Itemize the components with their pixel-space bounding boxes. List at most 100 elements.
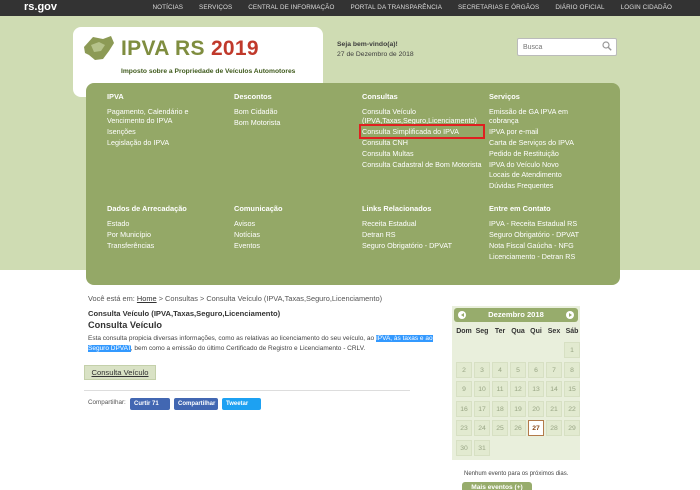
facebook-share-label: Compartilhar xyxy=(178,401,216,407)
calendar-day[interactable]: 21 xyxy=(546,400,562,417)
menu-link-contato-nfg[interactable]: Nota Fiscal Gaúcha - NFG xyxy=(489,241,609,250)
calendar-day[interactable]: 22 xyxy=(564,400,580,417)
nav-servicos[interactable]: SERVIÇOS xyxy=(199,4,232,11)
menu-link-consulta-cnh[interactable]: Consulta CNH xyxy=(362,138,482,147)
calendar-month: Dezembro 2018 xyxy=(488,310,544,319)
menu-link-isencoes[interactable]: Isenções xyxy=(107,127,217,136)
menu-link-bom-cidadao[interactable]: Bom Cidadão xyxy=(234,107,344,116)
calendar-day[interactable]: 5 xyxy=(510,361,526,378)
page-description: Esta consulta propicia diversas informaç… xyxy=(88,335,433,352)
menu-col-comunicacao: Comunicação Avisos Notícias Eventos xyxy=(234,204,344,252)
calendar-day[interactable]: 3 xyxy=(474,361,490,378)
page-title: Consulta Veículo xyxy=(88,320,163,330)
calendar-day[interactable]: 16 xyxy=(456,400,472,417)
menu-link-receita-estadual[interactable]: Receita Estadual xyxy=(362,219,482,228)
menu-link-locais-atendimento[interactable]: Locais de Atendimento xyxy=(489,170,599,179)
calendar-day[interactable]: 20 xyxy=(528,400,544,417)
calendar-day[interactable]: 25 xyxy=(492,420,508,436)
menu-link-estado[interactable]: Estado xyxy=(107,219,217,228)
menu-link-consulta-cadastral[interactable]: Consulta Cadastral de Bom Motorista xyxy=(362,160,482,169)
tweet-label: Tweetar xyxy=(226,401,249,407)
menu-link-avisos[interactable]: Avisos xyxy=(234,219,344,228)
calendar-day[interactable]: 28 xyxy=(546,420,562,436)
calendar-day[interactable]: 26 xyxy=(510,420,526,436)
calendar-dow: Dom xyxy=(456,328,472,335)
calendar-day[interactable]: 9 xyxy=(456,381,472,397)
menu-heading-consultas: Consultas xyxy=(362,92,398,101)
calendar-dow: Sáb xyxy=(565,328,579,335)
calendar-day[interactable]: 30 xyxy=(456,439,472,456)
menu-link-eventos[interactable]: Eventos xyxy=(234,241,344,250)
menu-heading-ipva: IPVA xyxy=(107,92,124,101)
top-nav: NOTÍCIAS SERVIÇOS CENTRAL DE INFORMAÇÃO … xyxy=(137,4,673,11)
menu-link-emissao-ga[interactable]: Emissão de GA IPVA em cobrança xyxy=(489,107,599,125)
facebook-like-button[interactable]: Curtir 71 xyxy=(130,398,170,410)
menu-heading-contato: Entre em Contato xyxy=(489,204,551,213)
calendar-day[interactable]: 24 xyxy=(474,420,490,436)
menu-link-seguro-dpvat[interactable]: Seguro Obrigatório - DPVAT xyxy=(362,241,482,250)
rs-gov-logo[interactable]: rs.gov xyxy=(24,1,57,13)
breadcrumb-home-link[interactable]: Home xyxy=(137,294,157,303)
menu-link-consulta-veiculo[interactable]: Consulta Veículo (IPVA,Taxas,Seguro,Lice… xyxy=(362,107,482,125)
calendar-day[interactable]: 31 xyxy=(474,439,490,456)
calendar-day[interactable]: 7 xyxy=(546,361,562,378)
calendar-day[interactable]: 10 xyxy=(474,381,490,397)
menu-link-por-municipio[interactable]: Por Município xyxy=(107,230,217,239)
calendar-dow: Ter xyxy=(494,328,506,335)
calendar-day[interactable]: 11 xyxy=(492,381,508,397)
next-month-icon[interactable] xyxy=(566,311,574,319)
prev-month-icon[interactable] xyxy=(458,311,466,319)
menu-col-descontos: Descontos Bom Cidadão Bom Motorista xyxy=(234,92,344,129)
calendar-day[interactable]: 19 xyxy=(510,400,526,417)
more-events-button[interactable]: Mais eventos (+) xyxy=(462,482,532,490)
menu-col-arrecadacao: Dados de Arrecadação Estado Por Municípi… xyxy=(107,204,217,252)
menu-link-contato-detran[interactable]: Licenciamento - Detran RS xyxy=(489,252,609,261)
menu-col-links: Links Relacionados Receita Estadual Detr… xyxy=(362,204,482,252)
nav-portal-transparencia[interactable]: PORTAL DA TRANSPARÊNCIA xyxy=(350,4,442,11)
nav-noticias[interactable]: NOTÍCIAS xyxy=(153,4,184,11)
menu-link-detran-rs[interactable]: Detran RS xyxy=(362,230,482,239)
menu-col-consultas: Consultas Consulta Veículo (IPVA,Taxas,S… xyxy=(359,92,485,170)
calendar-day[interactable]: 2 xyxy=(456,361,472,378)
calendar-day[interactable]: 1 xyxy=(564,342,580,358)
menu-link-transferencias[interactable]: Transferências xyxy=(107,241,217,250)
calendar-day[interactable]: 29 xyxy=(564,420,580,436)
calendar-day[interactable]: 4 xyxy=(492,361,508,378)
consulta-veiculo-button[interactable]: Consulta Veículo xyxy=(84,365,156,380)
facebook-share-button[interactable]: Compartilhar xyxy=(174,398,218,410)
menu-link-contato-receita[interactable]: IPVA - Receita Estadual RS xyxy=(489,219,609,228)
menu-link-carta-servicos[interactable]: Carta de Serviços do IPVA xyxy=(489,138,599,147)
menu-link-ipva-email[interactable]: IPVA por e-mail xyxy=(489,127,599,136)
page-subtitle: Consulta Veículo (IPVA,Taxas,Seguro,Lice… xyxy=(88,309,281,318)
calendar-header: Dezembro 2018 xyxy=(454,308,578,322)
search-icon[interactable] xyxy=(602,41,612,51)
menu-link-veiculo-novo[interactable]: IPVA do Veículo Novo xyxy=(489,160,599,169)
calendar-day[interactable]: 15 xyxy=(564,381,580,397)
nav-diario-oficial[interactable]: DIÁRIO OFICIAL xyxy=(555,4,604,11)
calendar-day[interactable]: 12 xyxy=(510,381,526,397)
menu-link-contato-dpvat[interactable]: Seguro Obrigatório - DPVAT xyxy=(489,230,609,239)
calendar-day[interactable]: 8 xyxy=(564,361,580,378)
calendar-dow: Sex xyxy=(547,328,561,335)
menu-link-pagamento[interactable]: Pagamento, Calendário e Vencimento do IP… xyxy=(107,107,217,125)
calendar-day[interactable]: 13 xyxy=(528,381,544,397)
calendar-day[interactable]: 23 xyxy=(456,420,472,436)
menu-link-consulta-simplificada[interactable]: Consulta Simplificada do IPVA xyxy=(359,124,485,140)
menu-link-consulta-multas[interactable]: Consulta Multas xyxy=(362,149,482,158)
menu-link-legislacao[interactable]: Legislação do IPVA xyxy=(107,138,217,147)
current-date: 27 de Dezembro de 2018 xyxy=(337,51,414,58)
calendar-day[interactable]: 27 xyxy=(528,420,544,436)
facebook-like-label: Curtir 71 xyxy=(134,401,159,407)
menu-link-bom-motorista[interactable]: Bom Motorista xyxy=(234,118,344,127)
nav-secretarias-orgaos[interactable]: SECRETARIAS E ÓRGÃOS xyxy=(458,4,539,11)
calendar-day[interactable]: 17 xyxy=(474,400,490,417)
calendar-day[interactable]: 6 xyxy=(528,361,544,378)
nav-central-informacao[interactable]: CENTRAL DE INFORMAÇÃO xyxy=(248,4,334,11)
menu-link-noticias[interactable]: Notícias xyxy=(234,230,344,239)
tweet-button[interactable]: Tweetar xyxy=(222,398,261,410)
menu-link-pedido-restituicao[interactable]: Pedido de Restituição xyxy=(489,149,599,158)
calendar-day[interactable]: 18 xyxy=(492,400,508,417)
nav-login-cidadao[interactable]: LOGIN CIDADÃO xyxy=(621,4,672,11)
calendar-day[interactable]: 14 xyxy=(546,381,562,397)
menu-link-duvidas[interactable]: Dúvidas Frequentes xyxy=(489,181,599,190)
